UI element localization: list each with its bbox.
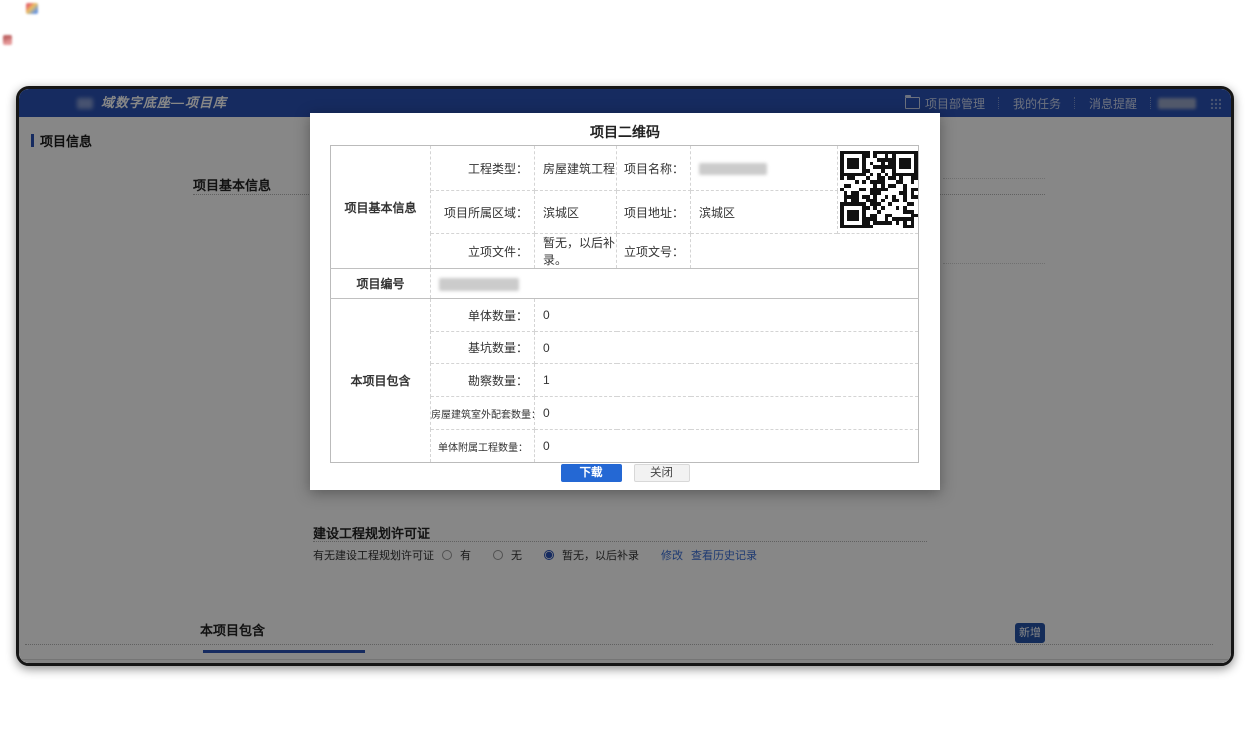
screenshot-artifact-icon: [26, 3, 38, 14]
label-project-region: 项目所属区域：: [431, 191, 535, 234]
label-approval-doc: 立项文件：: [431, 234, 535, 269]
value-approval-doc: 暂无，以后补录。: [535, 234, 617, 269]
screenshot-artifact-icon-2: [3, 35, 12, 45]
label-project-address: 项目地址：: [617, 191, 691, 234]
project-info-table: 项目基本信息 工程类型： 房屋建筑工程 项目名称： 项目所属区域： 滨城区 项目…: [330, 145, 919, 463]
table-row: 项目编号: [331, 269, 919, 299]
value-survey-count: 1: [535, 364, 919, 397]
row-header-basic-info: 项目基本信息: [331, 146, 431, 269]
value-pit-count: 0: [535, 332, 919, 364]
modal-title: 项目二维码: [310, 113, 940, 142]
label-outdoor-support-count: 房屋建筑室外配套数量：: [431, 397, 535, 430]
value-approval-doc-no: [691, 234, 919, 269]
label-attached-works-count: 单体附属工程数量：: [431, 430, 535, 463]
close-page-button[interactable]: 关闭页面: [759, 664, 809, 666]
label-pit-count: 基坑数量：: [431, 332, 535, 364]
value-unit-count: 0: [535, 299, 919, 332]
table-row: 项目基本信息 工程类型： 房屋建筑工程 项目名称：: [331, 146, 919, 191]
screen: 项目信息 项目基本信息 建设工程规划许可证 有无建设工程规划许可证 有 无 暂无…: [0, 0, 1245, 744]
row-header-contains: 本项目包含: [331, 299, 431, 463]
view-review-comments-button[interactable]: 查看审核意见: [502, 664, 562, 666]
modal-footer: 下载 关闭: [310, 464, 940, 482]
value-project-region: 滨城区: [535, 191, 617, 234]
close-button[interactable]: 关闭: [634, 464, 690, 482]
value-project-name-redacted: [691, 146, 838, 191]
project-qr-modal: 项目二维码 项目基本信息 工程类型： 房屋建筑工程 项目名称： 项目所属区域： …: [310, 113, 940, 490]
save-draft-button[interactable]: 修改完毕并暂存: [569, 664, 651, 666]
label-project-type: 工程类型：: [431, 146, 535, 191]
table-row: 本项目包含 单体数量： 0: [331, 299, 919, 332]
qr-code: [840, 151, 918, 229]
label-survey-count: 勘察数量：: [431, 364, 535, 397]
value-outdoor-support-count: 0: [535, 397, 919, 430]
download-button[interactable]: 下载: [561, 464, 622, 482]
qr-code-cell: [838, 146, 919, 234]
label-unit-count: 单体数量：: [431, 299, 535, 332]
value-attached-works-count: 0: [535, 430, 919, 463]
value-project-no-redacted: [431, 269, 919, 299]
submit-review-button[interactable]: 修改完毕并提交审核: [657, 664, 753, 666]
label-approval-doc-no: 立项文号：: [617, 234, 691, 269]
value-project-address: 滨城区: [691, 191, 838, 234]
label-project-name: 项目名称：: [617, 146, 691, 191]
value-project-type: 房屋建筑工程: [535, 146, 617, 191]
row-header-project-no: 项目编号: [331, 269, 431, 299]
